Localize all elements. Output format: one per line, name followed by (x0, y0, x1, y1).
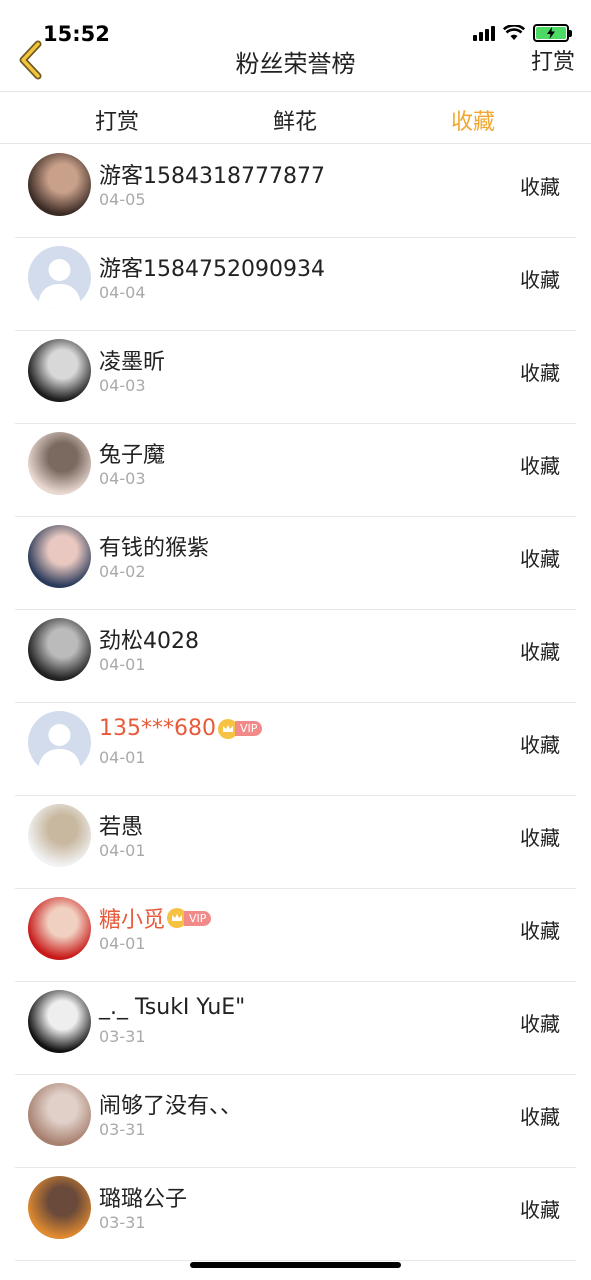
user-name: 若愚 (99, 815, 144, 840)
name-line: 游客1584318777877 (99, 158, 325, 190)
action-type: 收藏 (520, 733, 560, 757)
user-name: _._ TsukI YuE" (99, 995, 246, 1020)
name-line: 璐璐公子 (99, 1181, 187, 1213)
name-line: 凌墨昕 (99, 344, 165, 376)
reward-button[interactable]: 打赏 (531, 44, 575, 76)
action-type: 收藏 (520, 640, 560, 664)
list-item[interactable]: 游客1584752090934 04-04 收藏 (0, 238, 591, 331)
vip-badge: VIP (217, 718, 263, 739)
date: 04-01 (99, 655, 146, 674)
avatar[interactable] (28, 1176, 91, 1239)
action-type: 收藏 (520, 1198, 560, 1222)
date: 03-31 (99, 1120, 146, 1139)
list-item[interactable]: 璐璐公子 03-31 收藏 (0, 1168, 591, 1261)
action-type: 收藏 (520, 919, 560, 943)
action-type: 收藏 (520, 547, 560, 571)
vip-badge: VIP (167, 908, 212, 928)
avatar[interactable] (28, 525, 91, 588)
user-name: 兔子魔 (99, 443, 166, 468)
date: 03-31 (99, 1213, 146, 1232)
list-item[interactable]: 游客1584318777877 04-05 收藏 (0, 145, 591, 238)
name-line: _._ TsukI YuE" (99, 995, 245, 1020)
date: 04-04 (99, 283, 146, 302)
user-name: 有钱的猴紫 (99, 536, 210, 561)
action-type: 收藏 (520, 454, 560, 478)
vip-label: VIP (234, 721, 263, 736)
name-line: 劲松4028 (99, 623, 199, 655)
date: 04-01 (99, 748, 146, 767)
date: 04-03 (99, 376, 146, 395)
date: 03-31 (99, 1027, 146, 1046)
list-item[interactable]: 兔子魔 04-03 收藏 (0, 424, 591, 517)
avatar[interactable] (28, 1083, 91, 1146)
user-name: 游客1584752090934 (99, 257, 325, 282)
user-name: 糖小觅 (99, 908, 166, 933)
default-avatar[interactable] (28, 246, 91, 309)
user-name: 凌墨昕 (99, 350, 166, 375)
name-line: 135***680 VIP (99, 716, 263, 741)
name-line: 兔子魔 (99, 437, 165, 469)
avatar[interactable] (28, 804, 91, 867)
name-line: 若愚 (99, 809, 143, 841)
date: 04-05 (99, 190, 146, 209)
action-type: 收藏 (520, 361, 560, 385)
action-type: 收藏 (520, 826, 560, 850)
action-type: 收藏 (520, 1105, 560, 1129)
default-avatar[interactable] (28, 711, 91, 774)
date: 04-03 (99, 469, 146, 488)
list-item[interactable]: 凌墨昕 04-03 收藏 (0, 331, 591, 424)
list-item[interactable]: 若愚 04-01 收藏 (0, 796, 591, 889)
user-name: 璐璐公子 (99, 1187, 188, 1212)
user-name: 135***680 (99, 716, 216, 741)
tab-favorites[interactable]: 收藏 (413, 104, 533, 136)
page-title: 粉丝荣誉榜 (235, 50, 356, 78)
fan-list: 游客1584318777877 04-05 收藏 游客1584752090934 04-… (0, 145, 591, 1261)
tab-reward[interactable]: 打赏 (57, 104, 177, 136)
date: 04-02 (99, 562, 146, 581)
tab-flowers[interactable]: 鲜花 (235, 104, 355, 136)
list-item[interactable]: 135***680 VIP 04-01 收藏 (0, 703, 591, 796)
date: 04-01 (99, 934, 146, 953)
avatar[interactable] (28, 897, 91, 960)
tab-bar: 打赏 鲜花 收藏 (0, 91, 591, 144)
list-item[interactable]: 闹够了没有、、 03-31 收藏 (0, 1075, 591, 1168)
avatar[interactable] (28, 339, 91, 402)
name-line: 游客1584752090934 (99, 251, 325, 283)
list-item[interactable]: _._ TsukI YuE" 03-31 收藏 (0, 982, 591, 1075)
name-line: 闹够了没有、、 (99, 1088, 242, 1120)
avatar[interactable] (28, 432, 91, 495)
date: 04-01 (99, 841, 146, 860)
list-item[interactable]: 有钱的猴紫 04-02 收藏 (0, 517, 591, 610)
navigation-bar: 粉丝荣誉榜 打赏 (0, 28, 591, 90)
name-line: 有钱的猴紫 (99, 530, 209, 562)
user-name: 游客1584318777877 (99, 164, 325, 189)
action-type: 收藏 (520, 268, 560, 292)
avatar[interactable] (28, 618, 91, 681)
list-item[interactable]: 糖小觅 VIP 04-01 收藏 (0, 889, 591, 982)
vip-label: VIP (184, 910, 212, 926)
action-type: 收藏 (520, 1012, 560, 1036)
user-name: 劲松4028 (99, 629, 199, 654)
list-item[interactable]: 劲松4028 04-01 收藏 (0, 610, 591, 703)
home-indicator[interactable] (190, 1262, 401, 1268)
name-line: 糖小觅 VIP (99, 902, 212, 934)
avatar[interactable] (28, 990, 91, 1053)
action-type: 收藏 (520, 175, 560, 199)
avatar[interactable] (28, 153, 91, 216)
user-name: 闹够了没有、、 (99, 1094, 243, 1119)
